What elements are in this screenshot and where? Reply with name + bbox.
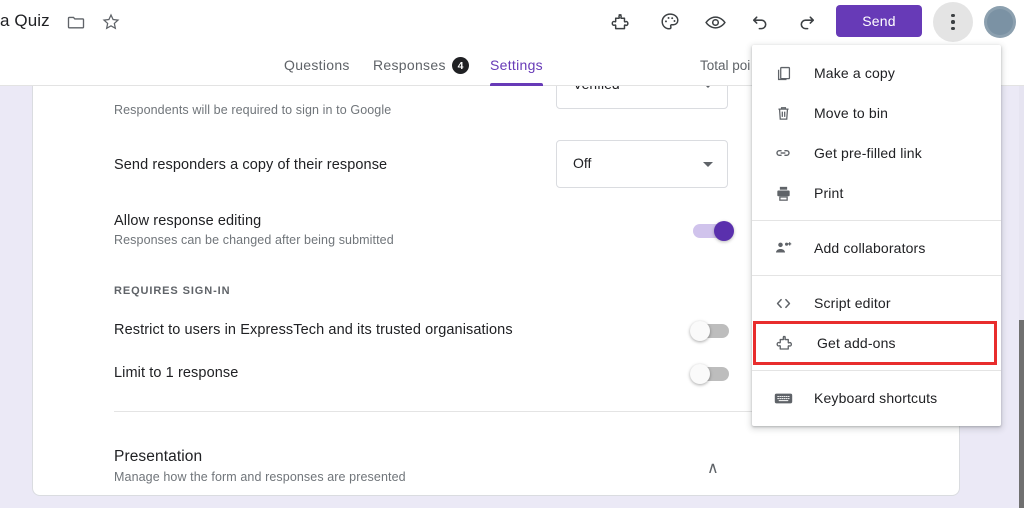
menu-item-make-a-copy[interactable]: Make a copy [752,53,1001,93]
send-copy-row: Send responders a copy of their response [114,157,387,173]
undo-icon[interactable] [745,7,775,37]
restrict-users-row: Restrict to users in ExpressTech and its… [114,322,513,338]
allow-editing-label: Allow response editing [114,213,262,229]
sign-in-note: Respondents will be required to sign in … [114,103,392,117]
code-icon [770,291,796,315]
menu-item-label: Move to bin [814,105,889,121]
keyboard-icon [770,386,796,410]
restrict-users-label: Restrict to users in ExpressTech and its… [114,322,513,338]
menu-item-label: Keyboard shortcuts [814,390,938,406]
send-button[interactable]: Send [836,5,922,37]
restrict-users-toggle[interactable] [690,321,734,341]
more-options-button[interactable] [933,2,973,42]
scrollbar-thumb[interactable] [1019,320,1024,508]
presentation-collapse-icon[interactable]: ∧ [707,458,719,478]
limit-response-toggle[interactable] [690,364,734,384]
folder-icon[interactable] [64,10,88,34]
trash-icon [770,101,796,125]
menu-item-keyboard-shortcuts[interactable]: Keyboard shortcuts [752,378,1001,418]
limit-response-label: Limit to 1 response [114,365,239,381]
theme-palette-icon[interactable] [655,7,685,37]
printer-icon [770,181,796,205]
tab-settings[interactable]: Settings [490,44,543,86]
menu-item-label: Make a copy [814,65,896,81]
redo-icon[interactable] [792,7,822,37]
menu-separator [752,275,1001,276]
page-title[interactable]: a Quiz [0,11,50,31]
menu-item-label: Get pre-filled link [814,145,922,161]
app-root: Respondents will be required to sign in … [0,0,1024,508]
requires-signin-caption: REQUIRES SIGN-IN [114,285,231,297]
link-icon [770,141,796,165]
limit-response-row: Limit to 1 response [114,365,238,381]
menu-item-move-to-bin[interactable]: Move to bin [752,93,1001,133]
more-options-menu: Make a copy Move to bin Get pre-filled l… [752,45,1001,426]
menu-item-print[interactable]: Print [752,173,1001,213]
add-ons-icon[interactable] [607,7,637,37]
send-copy-label: Send responders a copy of their response [114,157,388,173]
menu-item-label: Get add-ons [817,335,896,351]
dot [951,26,955,31]
presentation-title: Presentation [114,448,203,465]
dot [951,13,955,18]
menu-item-label: Print [814,185,844,201]
chevron-down-icon [703,162,713,167]
toggle-knob [714,221,734,241]
allow-editing-toggle[interactable] [690,221,734,241]
menu-item-script-editor[interactable]: Script editor [752,283,1001,323]
menu-item-add-collaborators[interactable]: Add collaborators [752,228,1001,268]
send-copy-dropdown[interactable]: Off [556,140,728,188]
toggle-knob [690,321,710,341]
menu-item-get-pre-filled-link[interactable]: Get pre-filled link [752,133,1001,173]
menu-item-get-add-ons[interactable]: Get add-ons [753,321,997,365]
allow-editing-sub: Responses can be changed after being sub… [114,233,394,247]
dot [951,20,955,24]
add-person-icon [770,236,796,260]
tab-questions[interactable]: Questions [284,44,350,86]
total-points-label: Total poi [700,57,751,73]
responses-count-badge: 4 [452,57,469,74]
tab-responses[interactable]: Responses [373,44,446,86]
presentation-subtitle: Manage how the form and responses are pr… [114,470,406,484]
toggle-knob [690,364,710,384]
star-icon[interactable] [99,10,123,34]
send-copy-value: Off [573,155,592,171]
allow-editing-row: Allow response editing Responses can be … [114,213,394,247]
menu-separator [752,370,1001,371]
menu-item-label: Add collaborators [814,240,926,256]
puzzle-icon [773,331,799,355]
avatar[interactable] [984,6,1016,38]
menu-separator [752,220,1001,221]
copy-icon [770,61,796,85]
menu-item-label: Script editor [814,295,891,311]
top-bar: a Quiz Send [0,0,1024,44]
preview-eye-icon[interactable] [700,7,730,37]
presentation-section[interactable]: Presentation Manage how the form and res… [114,448,406,484]
